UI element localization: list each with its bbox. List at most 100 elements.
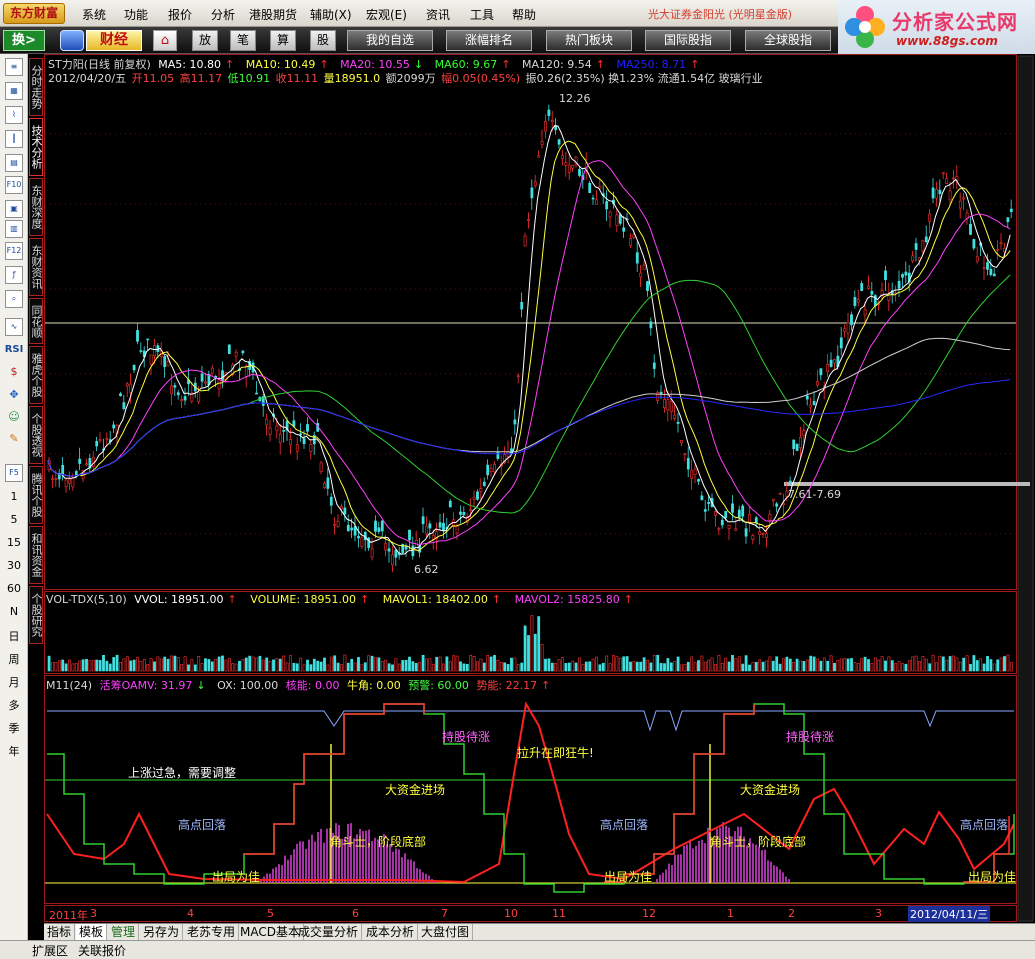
status-related-quote[interactable]: 关联报价	[78, 942, 126, 959]
dollar-icon[interactable]: $	[0, 365, 28, 378]
tab-volume-analysis[interactable]: 成交量分析	[295, 924, 363, 940]
candle-body	[98, 439, 102, 441]
tab-index-chart[interactable]: 大盘付图	[418, 924, 474, 940]
volume-bar	[642, 657, 646, 672]
period-60m[interactable]: 60	[0, 582, 28, 595]
period-5m[interactable]: 5	[0, 513, 28, 526]
period-month[interactable]: 月	[0, 674, 28, 690]
volume-bar	[425, 658, 428, 672]
orange-doc-icon[interactable]: ▣	[5, 200, 23, 218]
vtab-depth[interactable]: 东财深度	[29, 178, 43, 236]
tab-template[interactable]: 模板	[76, 924, 108, 940]
hot-sectors-button[interactable]: 热门板块	[546, 30, 632, 51]
move-icon[interactable]: ✥	[0, 388, 28, 401]
globe-icon[interactable]	[60, 30, 84, 51]
tab-save-as[interactable]: 另存为	[140, 924, 184, 940]
caijing-button[interactable]: 财经	[86, 30, 142, 51]
status-extension-area[interactable]: 扩展区	[32, 942, 68, 959]
chart-area[interactable]: ST力阳(日线 前复权) MA5: 10.80 ↑ MA10: 10.49 ↑ MA…	[44, 54, 1035, 923]
candle-body	[370, 548, 374, 558]
vtab-yahoo[interactable]: 雅虎个股	[29, 346, 43, 404]
tab-cost-analysis[interactable]: 成本分析	[363, 924, 419, 940]
menu-help[interactable]: 帮助	[512, 6, 536, 23]
vtab-tencent[interactable]: 腾讯个股	[29, 466, 43, 524]
pencil-icon[interactable]: ✎	[0, 432, 28, 445]
tab-manage[interactable]: 管理	[108, 924, 140, 940]
candle-body	[380, 520, 384, 532]
search-icon[interactable]: ⌕	[5, 290, 23, 308]
calc-button[interactable]: 算	[270, 30, 296, 51]
period-15m[interactable]: 15	[0, 536, 28, 549]
candle-body	[775, 503, 779, 507]
vtab-info[interactable]: 东财资讯	[29, 238, 43, 296]
menu-assist[interactable]: 辅助(X)	[310, 6, 352, 23]
vtab-technical[interactable]: 技术分析	[29, 118, 43, 176]
global-index-button[interactable]: 全球股指	[745, 30, 831, 51]
table-icon[interactable]: ▦	[5, 82, 23, 100]
menu-system[interactable]: 系统	[82, 6, 106, 23]
candle-icon[interactable]: ┃	[5, 130, 23, 148]
line-chart-icon[interactable]: ⌇	[5, 106, 23, 124]
candle-body	[751, 535, 755, 540]
volume-bar	[142, 659, 146, 672]
volume-bar	[421, 654, 425, 672]
period-day[interactable]: 日	[0, 628, 28, 644]
period-multi[interactable]: 多	[0, 697, 28, 713]
candle-body	[809, 404, 813, 408]
up-arrow-icon: ↑	[623, 593, 633, 606]
candle-body	[982, 267, 986, 269]
volume-bar	[761, 661, 765, 672]
candle-body	[608, 211, 612, 218]
volume-bar	[486, 654, 490, 672]
doc-icon[interactable]: ▤	[5, 154, 23, 172]
rsi-icon[interactable]: RSI	[0, 344, 28, 355]
menu-quote[interactable]: 报价	[168, 6, 192, 23]
sheet-icon[interactable]: ▥	[5, 220, 23, 238]
period-year[interactable]: 年	[0, 743, 28, 759]
people-icon[interactable]: ☺	[0, 410, 28, 423]
pen-button[interactable]: 笔	[230, 30, 256, 51]
f12-icon[interactable]: F12	[5, 242, 23, 260]
period-n[interactable]: N	[0, 605, 28, 618]
vtab-intraday[interactable]: 分时走势	[29, 58, 43, 116]
menu-hk-futures[interactable]: 港股期货	[249, 6, 297, 23]
menu-tools[interactable]: 工具	[470, 6, 494, 23]
list-icon[interactable]: ≡	[5, 58, 23, 76]
vtab-hexun[interactable]: 和讯资金	[29, 526, 43, 584]
vtab-research[interactable]: 个股研究	[29, 586, 43, 644]
f10-icon[interactable]: F10	[5, 176, 23, 194]
stock-button[interactable]: 股	[310, 30, 336, 51]
timeline-month: 7	[441, 907, 448, 920]
tab-macd[interactable]: MACD基本	[237, 924, 304, 940]
menu-macro[interactable]: 宏观(E)	[366, 6, 407, 23]
volume-bar	[965, 655, 969, 672]
volume-bar	[649, 662, 653, 672]
candle-body	[578, 169, 581, 176]
my-watchlist-button[interactable]: 我的自选	[347, 30, 433, 51]
volume-bar	[727, 661, 731, 672]
intl-index-button[interactable]: 国际股指	[645, 30, 731, 51]
period-1m[interactable]: 1	[0, 490, 28, 503]
vtab-perspective[interactable]: 个股透视	[29, 406, 43, 464]
period-30m[interactable]: 30	[0, 559, 28, 572]
timeline-current-date: 2012/04/11/三	[908, 906, 991, 922]
menu-analysis[interactable]: 分析	[211, 6, 235, 23]
home-icon[interactable]: ⌂	[153, 30, 177, 51]
period-week[interactable]: 周	[0, 651, 28, 667]
zoom-button[interactable]: 放	[192, 30, 218, 51]
candle-body	[520, 301, 524, 310]
menu-function[interactable]: 功能	[124, 6, 148, 23]
chart-icon[interactable]: ∿	[5, 318, 23, 336]
f5-icon[interactable]: F5	[5, 464, 23, 482]
volume-bar	[370, 655, 374, 672]
tab-indicator[interactable]: 指标	[44, 924, 76, 940]
vtab-ths[interactable]: 同花顺	[29, 298, 43, 344]
volume-bar	[1006, 654, 1010, 672]
tab-laosu[interactable]: 老苏专用	[184, 924, 240, 940]
switch-button[interactable]: 换>	[3, 30, 45, 51]
gain-ranking-button[interactable]: 涨幅排名	[446, 30, 532, 51]
menu-news[interactable]: 资讯	[426, 6, 450, 23]
formula-icon[interactable]: ƒ	[5, 266, 23, 284]
period-season[interactable]: 季	[0, 720, 28, 736]
candle-body	[615, 214, 619, 226]
